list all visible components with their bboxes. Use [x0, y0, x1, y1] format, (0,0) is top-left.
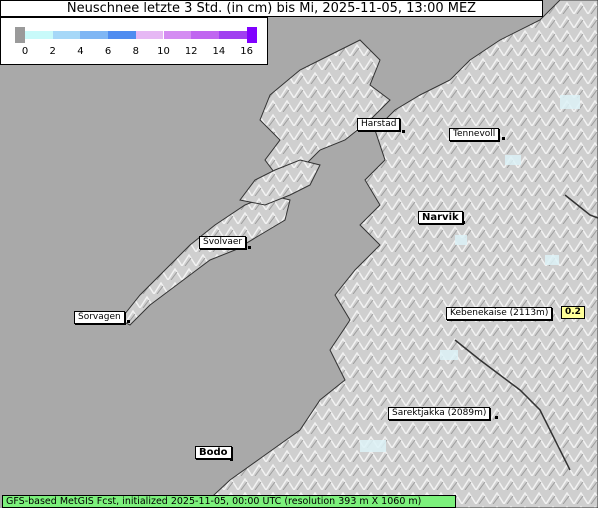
legend-tick-label: 10 — [157, 46, 170, 57]
legend-tick-label: 12 — [184, 46, 198, 57]
legend-tick-label: 4 — [77, 46, 84, 57]
legend-swatch — [52, 31, 81, 39]
legend-tick-label: 2 — [49, 46, 56, 57]
place-label-narvik: Narvik — [418, 211, 463, 224]
legend-swatch — [218, 31, 247, 39]
place-marker-sorvagen — [127, 320, 130, 323]
place-marker-narvik — [462, 221, 465, 224]
legend-swatch — [25, 31, 53, 39]
legend-colorbar — [15, 27, 257, 43]
place-marker-harstad — [402, 130, 405, 133]
legend-swatch — [163, 31, 192, 39]
island-north — [259, 39, 391, 181]
legend-tick-label: 6 — [104, 46, 112, 57]
forecast-footer: GFS-based MetGIS Fcst, initialized 2025-… — [2, 495, 456, 508]
place-label-harstad: Harstad — [357, 118, 401, 131]
place-label-kebenekaise: Kebenekaise (2113m) — [446, 307, 553, 320]
place-marker-svolvaer — [248, 246, 251, 249]
legend-tick-label: 0 — [21, 46, 29, 57]
legend-swatch — [191, 31, 219, 39]
place-label-sorvagen: Sorvagen — [74, 311, 125, 324]
place-marker-tennevoll — [502, 137, 505, 140]
place-marker-bodo — [230, 458, 233, 461]
legend-tick-label: 8 — [132, 46, 139, 57]
legend-swatch — [135, 31, 164, 39]
snow-map: Neuschnee letzte 3 Std. (in cm) bis Mi, … — [0, 0, 598, 508]
legend-tick-label: 14 — [212, 46, 226, 57]
value-label-kebenekaise: 0.2 — [561, 306, 585, 319]
place-label-bodo: Bodo — [195, 446, 232, 459]
legend: 0 2 4 6 8 10 12 14 16 — [0, 17, 268, 65]
legend-swatch — [108, 31, 136, 39]
legend-swatch — [80, 31, 109, 39]
legend-tick-label: 16 — [240, 46, 253, 57]
legend-over-cap — [247, 27, 257, 43]
mainland — [199, 0, 598, 508]
terrain-layer — [119, 0, 598, 508]
legend-under-cap — [15, 27, 25, 43]
island-lofoten — [119, 194, 291, 326]
place-marker-sarektjakka — [495, 416, 498, 419]
map-title: Neuschnee letzte 3 Std. (in cm) bis Mi, … — [0, 0, 543, 17]
place-label-svolvaer: Svolvaer — [199, 236, 247, 249]
place-label-tennevoll: Tennevoll — [449, 128, 500, 141]
place-label-sarektjakka: Sarektjakka (2089m) — [388, 407, 491, 420]
